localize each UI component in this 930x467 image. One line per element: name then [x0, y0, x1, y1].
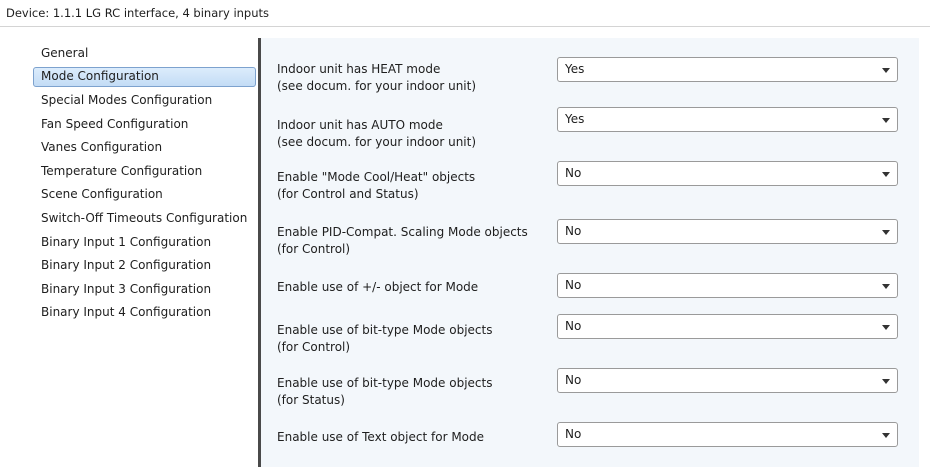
chevron-down-icon [882, 172, 890, 177]
auto-mode-value: Yes [565, 112, 585, 126]
plus-minus-mode-value: No [565, 278, 582, 292]
setting-label-plus-minus-mode: Enable use of +/- object for Mode [277, 280, 479, 294]
chevron-down-icon [882, 118, 890, 123]
sidebar-item-scene-configuration[interactable]: Scene Configuration [33, 185, 258, 205]
sidebar-item-vanes-configuration[interactable]: Vanes Configuration [33, 138, 258, 158]
text-object-mode-value: No [565, 427, 582, 441]
sidebar-item-temperature-configuration[interactable]: Temperature Configuration [33, 162, 258, 182]
mode-cool-heat-value: No [565, 166, 582, 180]
settings-panel: Indoor unit has HEAT mode (see docum. fo… [261, 38, 919, 467]
chevron-down-icon [882, 379, 890, 384]
sidebar-item-switch-off-timeouts-configuration[interactable]: Switch-Off Timeouts Configuration [33, 209, 258, 229]
bit-type-control-select[interactable]: No [557, 314, 898, 339]
bit-type-status-value: No [565, 373, 582, 387]
setting-label-heat-mode: Indoor unit has HEAT mode (see docum. fo… [277, 62, 477, 93]
setting-label-mode-cool-heat: Enable "Mode Cool/Heat" objects (for Con… [277, 170, 476, 201]
chevron-down-icon [882, 284, 890, 289]
heat-mode-value: Yes [565, 62, 585, 76]
bit-type-status-select[interactable]: No [557, 368, 898, 393]
sidebar-item-binary-input-4-configuration[interactable]: Binary Input 4 Configuration [33, 303, 258, 323]
bit-type-control-value: No [565, 319, 582, 333]
window-title-bar: Device: 1.1.1 LG RC interface, 4 binary … [0, 0, 930, 27]
sidebar-item-general[interactable]: General [33, 44, 258, 64]
sidebar-nav: General Mode Configuration Special Modes… [0, 27, 258, 467]
chevron-down-icon [882, 325, 890, 330]
pid-compat-scaling-value: No [565, 224, 582, 238]
text-object-mode-select[interactable]: No [557, 422, 898, 447]
chevron-down-icon [882, 230, 890, 235]
sidebar-item-binary-input-2-configuration[interactable]: Binary Input 2 Configuration [33, 256, 258, 276]
setting-label-bit-type-control: Enable use of bit-type Mode objects (for… [277, 323, 493, 354]
sidebar-item-fan-speed-configuration[interactable]: Fan Speed Configuration [33, 115, 258, 135]
heat-mode-select[interactable]: Yes [557, 57, 898, 82]
chevron-down-icon [882, 433, 890, 438]
chevron-down-icon [882, 68, 890, 73]
auto-mode-select[interactable]: Yes [557, 107, 898, 132]
mode-cool-heat-select[interactable]: No [557, 161, 898, 186]
setting-label-bit-type-status: Enable use of bit-type Mode objects (for… [277, 376, 493, 407]
plus-minus-mode-select[interactable]: No [557, 273, 898, 298]
window-title: Device: 1.1.1 LG RC interface, 4 binary … [6, 6, 270, 20]
setting-label-auto-mode: Indoor unit has AUTO mode (see docum. fo… [277, 118, 477, 149]
pid-compat-scaling-select[interactable]: No [557, 219, 898, 244]
sidebar-item-binary-input-3-configuration[interactable]: Binary Input 3 Configuration [33, 280, 258, 300]
setting-label-pid-compat-scaling: Enable PID-Compat. Scaling Mode objects … [277, 225, 528, 256]
sidebar-item-binary-input-1-configuration[interactable]: Binary Input 1 Configuration [33, 233, 258, 253]
setting-label-text-object-mode: Enable use of Text object for Mode [277, 430, 485, 444]
sidebar-item-special-modes-configuration[interactable]: Special Modes Configuration [33, 91, 258, 111]
sidebar-item-mode-configuration[interactable]: Mode Configuration [33, 67, 256, 87]
